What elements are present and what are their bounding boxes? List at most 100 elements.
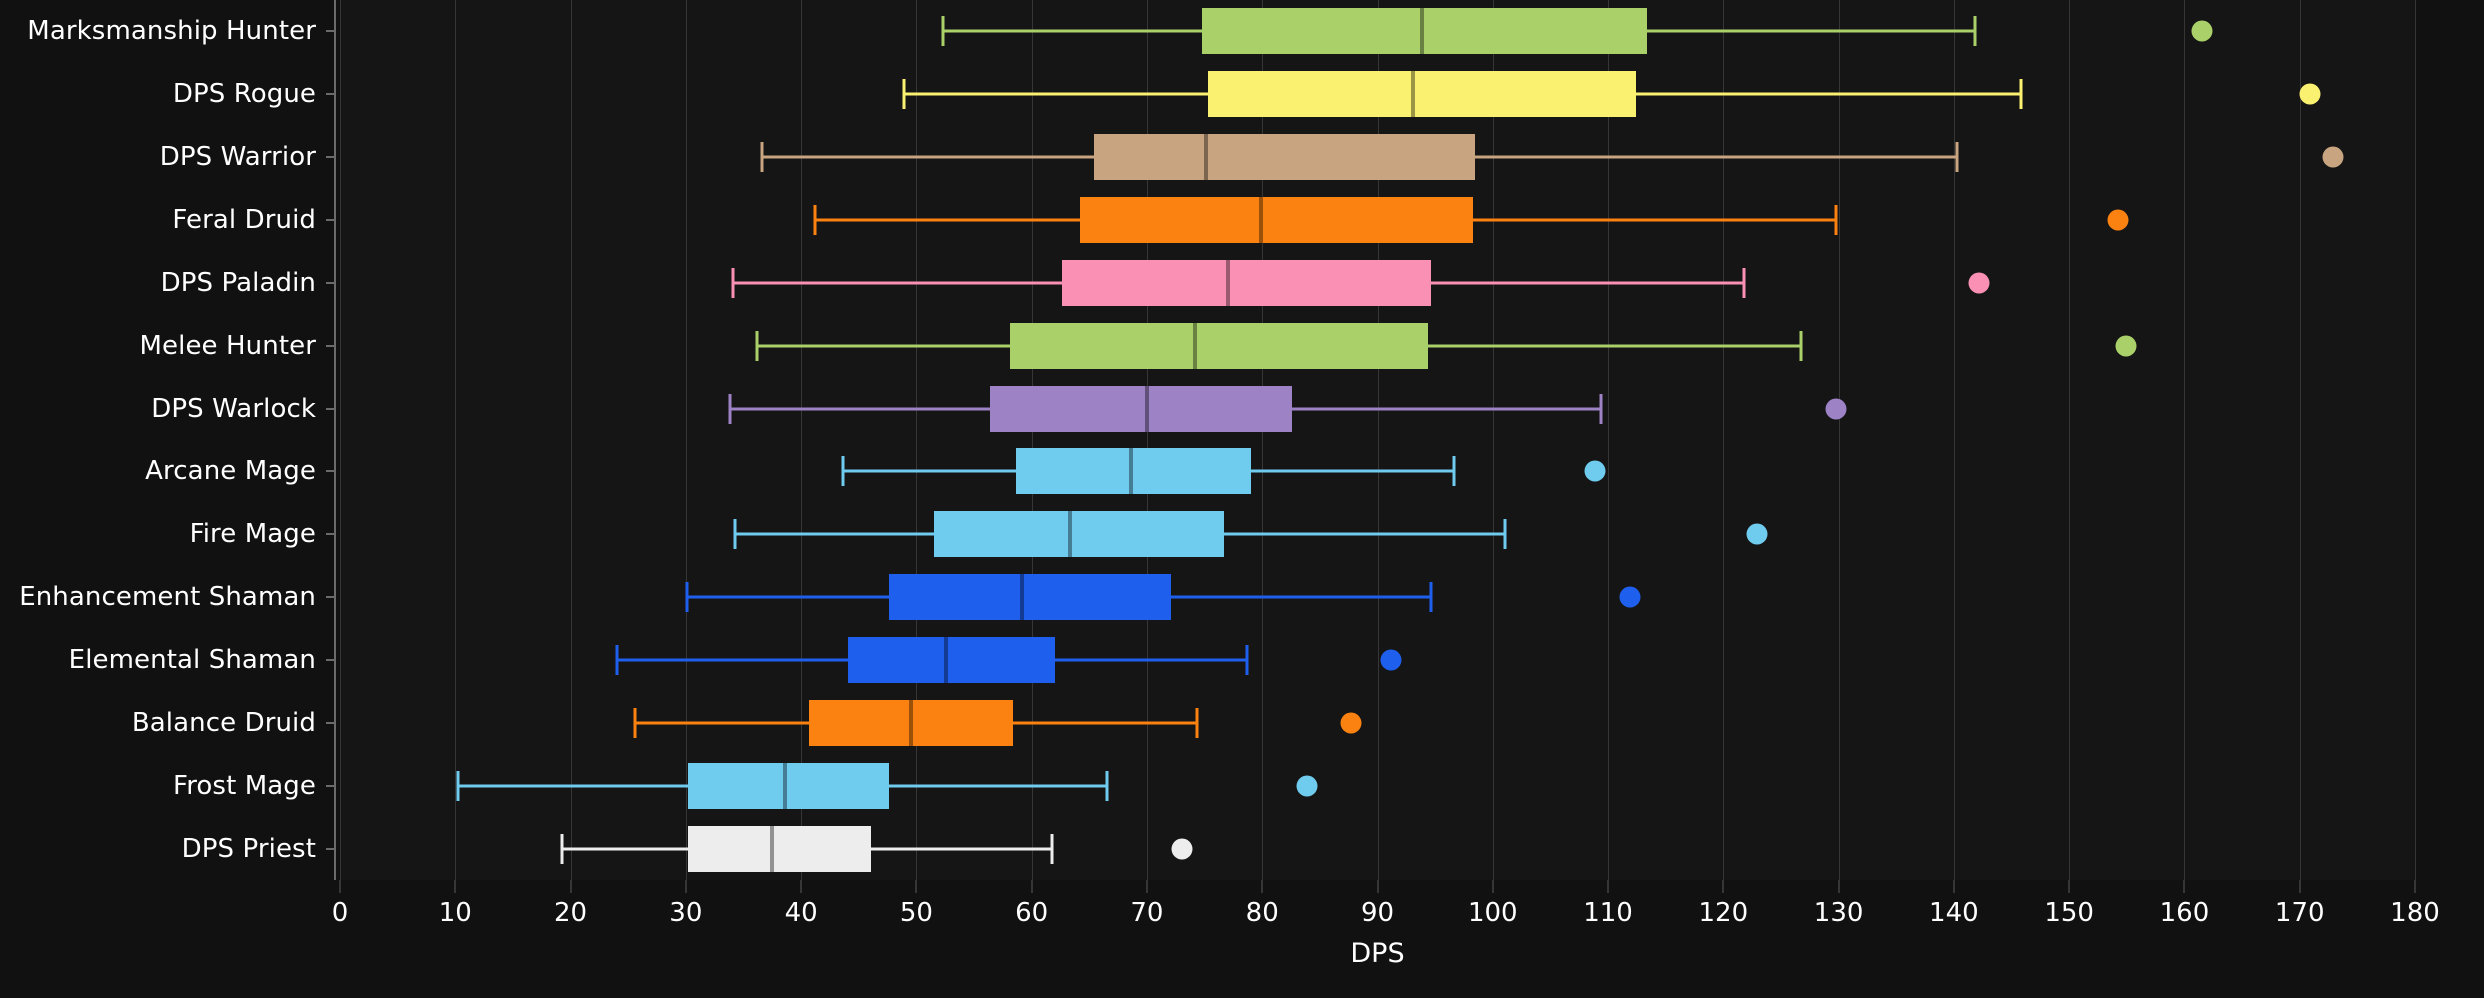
category-label-balance-druid: Balance Druid [131, 707, 316, 738]
category-label-frost-mage: Frost Mage [173, 770, 316, 801]
x-axis-tick [1031, 880, 1033, 893]
whisker-cap-low [560, 833, 564, 864]
category-label-melee-hunter: Melee Hunter [139, 330, 316, 361]
category-label-dps-paladin: DPS Paladin [160, 267, 316, 298]
whisker-cap-high [1452, 456, 1456, 487]
box-iqr [1208, 71, 1636, 118]
median-line [1020, 574, 1025, 621]
whisker-cap-low [728, 393, 732, 424]
gridline [2415, 0, 2416, 880]
gridline [1146, 0, 1148, 880]
y-axis-tick [326, 407, 335, 410]
whisker-cap-low [841, 456, 845, 487]
y-axis-tick [326, 784, 335, 787]
box-iqr [688, 825, 872, 872]
y-axis-tick [326, 721, 335, 724]
box-iqr [1061, 259, 1431, 306]
whisker-cap-low [615, 645, 619, 675]
x-axis-tick-label: 170 [2274, 898, 2325, 928]
box-iqr [1093, 134, 1476, 181]
median-line [782, 762, 787, 809]
gridline [1262, 0, 1264, 880]
y-axis-tick [326, 219, 335, 221]
gridline [1723, 0, 1725, 880]
x-axis-tick [915, 880, 917, 893]
outlier-point [1619, 586, 1641, 608]
median-line [1411, 71, 1416, 118]
median-line [908, 699, 913, 746]
median-line [1067, 511, 1072, 558]
category-label-dps-warrior: DPS Warrior [159, 142, 316, 173]
y-axis-tick [326, 470, 335, 473]
whisker-cap-high [1973, 16, 1977, 47]
y-axis-tick [326, 281, 335, 284]
box-iqr [933, 511, 1225, 558]
x-axis-tick-label: 80 [1245, 898, 1279, 928]
gridline [1377, 0, 1379, 880]
box-iqr [1202, 8, 1648, 55]
whisker-cap-high [1245, 645, 1249, 675]
median-line [1193, 322, 1198, 369]
y-axis-tick [326, 533, 335, 536]
box-iqr [990, 385, 1293, 432]
y-axis-tick [326, 596, 335, 599]
whisker-cap-high [1742, 267, 1746, 298]
median-line [1144, 385, 1149, 432]
x-axis-tick-label: 140 [1929, 898, 1979, 928]
y-axis-tick [326, 344, 335, 347]
category-label-fire-mage: Fire Mage [189, 519, 316, 550]
box-iqr [1015, 448, 1251, 495]
whisker-cap-low [755, 330, 759, 361]
x-axis-tick [2183, 880, 2185, 893]
median-line [770, 825, 775, 872]
gridline [455, 0, 457, 880]
x-axis-tick-label: 10 [438, 898, 472, 928]
gridline [2069, 0, 2071, 880]
median-line [1128, 448, 1133, 495]
x-axis-tick [1953, 880, 1955, 893]
gridline [1492, 0, 1494, 880]
whisker-cap-high [1503, 519, 1507, 550]
x-axis-tick [2414, 880, 2416, 893]
category-label-dps-priest: DPS Priest [181, 833, 316, 864]
x-axis-tick-label: 180 [2390, 898, 2440, 928]
x-axis-tick [1261, 880, 1263, 893]
box-iqr [848, 637, 1055, 683]
outlier-point [2322, 146, 2344, 168]
box-iqr [688, 762, 889, 809]
x-axis-tick [1607, 880, 1609, 893]
median-line [1259, 197, 1264, 243]
x-axis-tick-label: 40 [784, 898, 818, 928]
x-axis: 0 10 20 30 40 50 60 70 80 90 100 110 120 130 140 150 160… [332, 880, 2440, 940]
x-axis-tick [2068, 880, 2070, 893]
category-label-dps-rogue: DPS Rogue [172, 79, 316, 110]
x-axis-tick-label: 70 [1130, 898, 1164, 928]
category-label-arcane-mage: Arcane Mage [145, 456, 316, 487]
x-axis-tick-label: 120 [1698, 898, 1749, 928]
x-axis-tick [1838, 880, 1840, 893]
whisker-cap-high [1429, 582, 1433, 613]
y-axis-tick [326, 847, 335, 850]
gridline [801, 0, 803, 880]
whisker-cap-low [941, 16, 945, 47]
median-line [1420, 8, 1425, 55]
gridline [2299, 0, 2301, 880]
x-axis-tick [1722, 880, 1724, 893]
gridline [916, 0, 918, 880]
x-axis-title: DPS [1350, 938, 1405, 969]
gridline [570, 0, 572, 880]
x-axis-tick-label: 50 [899, 898, 933, 928]
whisker-cap-high [1834, 205, 1838, 235]
x-axis-tick [339, 880, 341, 893]
median-line [944, 637, 949, 683]
outlier-point [1968, 272, 1990, 294]
whisker-cap-low [633, 707, 637, 738]
whisker-cap-low [685, 582, 689, 613]
x-axis-tick-label: 150 [2044, 898, 2094, 928]
category-label-dps-warlock: DPS Warlock [151, 393, 316, 424]
y-axis-tick [326, 30, 335, 33]
x-axis-tick [1146, 880, 1148, 893]
category-label-enhancement-shaman: Enhancement Shaman [19, 582, 316, 613]
outlier-point [2107, 209, 2129, 231]
y-axis-tick [326, 93, 335, 96]
